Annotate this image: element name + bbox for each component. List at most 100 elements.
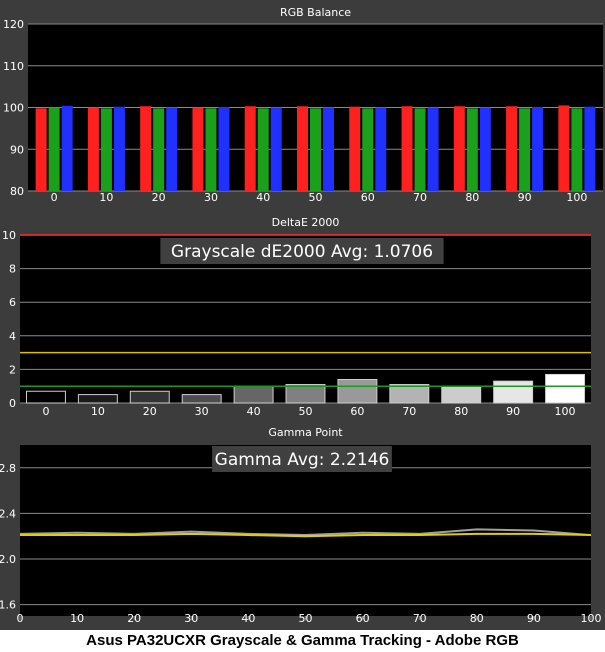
x-tick-label: 30	[184, 612, 198, 625]
x-tick-label: 20	[152, 191, 166, 204]
bar-red	[35, 108, 47, 191]
bar-deltae	[337, 378, 378, 404]
y-tick-label: 4	[9, 330, 16, 343]
x-tick-label: 30	[204, 191, 218, 204]
bar-deltae	[493, 380, 534, 404]
chart-title: Gamma Point	[268, 426, 343, 439]
bar-green	[48, 107, 60, 191]
charts-svg: RGB Balance80901001101200 10 20 30 40 50 60 70 8…	[0, 6, 603, 625]
bar-red	[453, 106, 465, 191]
bar-blue	[375, 107, 387, 191]
chart-figure: RGB Balance 80 90 100 110 120 0 10 20 30 40 50 60 70 8…	[0, 0, 605, 652]
bar-red	[401, 106, 413, 191]
y-tick-label: 120	[3, 18, 24, 31]
y-tick-label: 1.6	[0, 599, 16, 612]
y-tick-label: 100	[3, 102, 24, 115]
bar-deltae	[285, 384, 326, 404]
bar-blue	[166, 107, 178, 191]
x-tick-label: 10	[91, 405, 105, 418]
bar-green	[310, 108, 321, 191]
x-tick-label: 50	[309, 191, 323, 204]
x-tick-label: 20	[143, 405, 157, 418]
bar-deltae	[129, 390, 170, 404]
x-tick-label: 0	[17, 612, 24, 625]
figure-caption: Asus PA32UCXR Grayscale & Gamma Tracking…	[0, 630, 605, 652]
x-tick-label: 40	[247, 405, 261, 418]
annotation-text: Grayscale dE2000 Avg: 1.0706	[171, 242, 433, 262]
x-tick-label: 100	[555, 405, 576, 418]
x-tick-label: 10	[99, 191, 113, 204]
bar-green	[153, 108, 165, 191]
bar-deltae	[545, 373, 586, 404]
bar-red	[87, 107, 99, 191]
x-tick-label: 20	[127, 612, 141, 625]
x-tick-label: 50	[299, 405, 313, 418]
bar-blue	[427, 107, 439, 191]
bar-green	[571, 108, 583, 191]
y-tick-label: 90	[10, 143, 24, 156]
bar-green	[414, 108, 426, 191]
x-tick-label: 60	[361, 191, 375, 204]
y-tick-label: 2.8	[0, 462, 16, 475]
bar-deltae	[77, 394, 118, 404]
bar-blue	[323, 107, 334, 191]
bar-red	[244, 106, 256, 191]
chart-title: DeltaE 2000	[272, 216, 340, 229]
y-tick-label: 6	[9, 296, 16, 309]
x-tick-label: 60	[350, 405, 364, 418]
annotation-text: Gamma Avg: 2.2146	[215, 450, 390, 470]
x-tick-label: 80	[470, 612, 484, 625]
x-tick-label: 90	[506, 405, 520, 418]
y-tick-label: 2.4	[0, 507, 16, 520]
x-tick-label: 70	[413, 191, 427, 204]
bar-red	[140, 106, 152, 191]
bar-blue	[113, 106, 125, 191]
y-tick-label: 2.0	[0, 553, 16, 566]
bar-green	[362, 108, 374, 191]
x-tick-label: 40	[256, 191, 270, 204]
bar-red	[297, 106, 308, 191]
bar-green	[466, 108, 478, 191]
y-tick-label: 10	[2, 229, 16, 242]
x-tick-label: 80	[454, 405, 468, 418]
chart-title: RGB Balance	[280, 6, 351, 19]
bar-red	[506, 106, 518, 191]
y-tick-label: 80	[10, 185, 24, 198]
bar-red	[192, 107, 204, 191]
bar-red	[558, 105, 570, 191]
x-tick-label: 0	[42, 405, 49, 418]
bar-blue	[61, 105, 73, 191]
x-tick-label: 40	[241, 612, 255, 625]
x-tick-label: 50	[299, 612, 313, 625]
bar-deltae	[25, 390, 66, 404]
x-tick-label: 60	[356, 612, 370, 625]
bar-blue	[270, 107, 282, 191]
x-tick-label: 80	[465, 191, 479, 204]
x-tick-label: 100	[581, 612, 602, 625]
x-tick-label: 30	[195, 405, 209, 418]
x-tick-label: 100	[566, 191, 587, 204]
bar-deltae	[181, 394, 222, 404]
x-tick-label: 0	[51, 191, 58, 204]
bar-green	[519, 108, 531, 191]
x-tick-label: 10	[70, 612, 84, 625]
y-tick-label: 110	[3, 60, 24, 73]
x-tick-label: 90	[527, 612, 541, 625]
bar-blue	[479, 107, 491, 191]
x-tick-label: 70	[413, 612, 427, 625]
bar-blue	[218, 107, 230, 191]
bar-blue	[584, 106, 596, 191]
bar-green	[205, 108, 217, 191]
y-tick-label: 0	[9, 397, 16, 410]
bar-deltae	[389, 384, 430, 404]
x-tick-label: 90	[518, 191, 532, 204]
bar-blue	[532, 107, 544, 191]
y-tick-label: 2	[9, 363, 16, 376]
x-tick-label: 70	[402, 405, 416, 418]
bar-green	[257, 108, 269, 191]
bar-deltae	[233, 385, 274, 404]
y-tick-label: 8	[9, 263, 16, 276]
bar-deltae	[441, 385, 482, 404]
bar-red	[349, 106, 361, 191]
bar-green	[100, 108, 112, 191]
